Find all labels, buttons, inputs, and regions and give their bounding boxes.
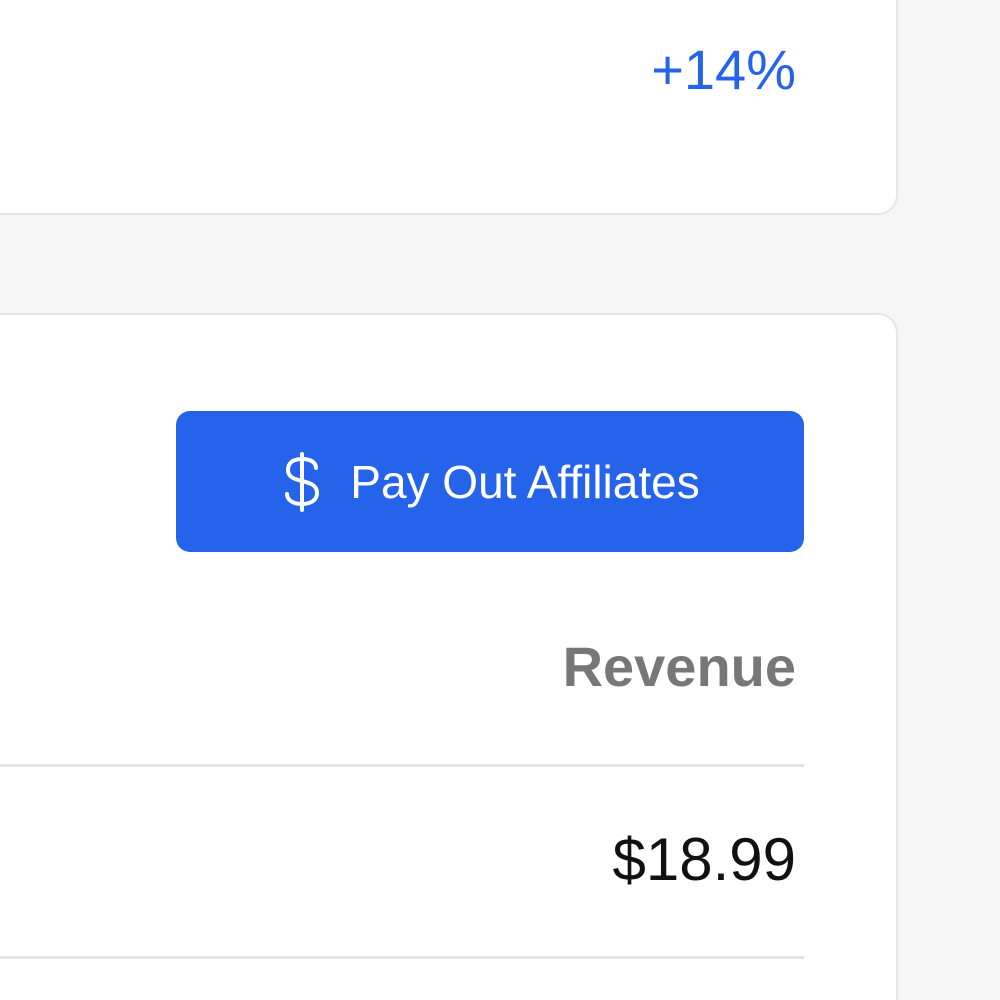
affiliates-table-card: Pay Out Affiliates t Revenue $18.99 <box>0 313 898 1000</box>
pay-out-affiliates-label: Pay Out Affiliates <box>350 455 700 508</box>
pay-out-affiliates-button[interactable]: Pay Out Affiliates <box>176 411 804 552</box>
row-divider <box>0 956 804 959</box>
dollar-icon <box>280 451 324 512</box>
page: +14% Pay Out Affiliates t Revenue $18.99 <box>0 0 1000 1000</box>
stat-card: +14% <box>0 0 898 215</box>
column-header-revenue[interactable]: Revenue <box>563 639 796 695</box>
table-row-revenue: $18.99 <box>612 826 796 893</box>
column-header-partial: t <box>0 639 1 695</box>
stat-change-percent: +14% <box>651 38 796 101</box>
header-divider <box>0 764 804 767</box>
